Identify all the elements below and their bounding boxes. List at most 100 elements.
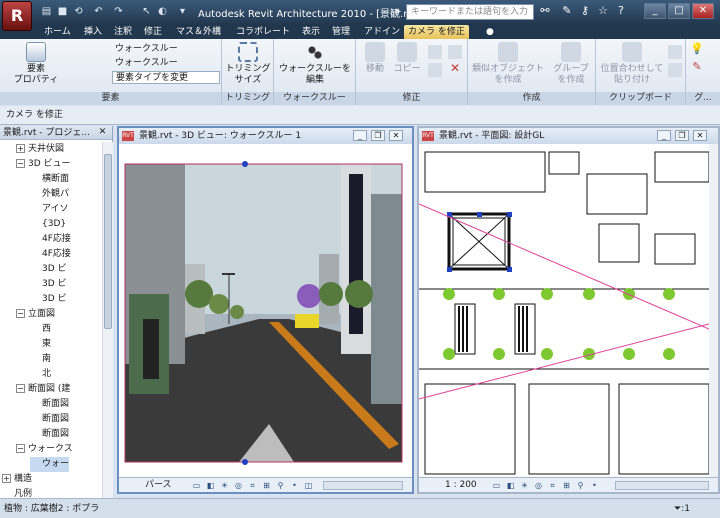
view-3d-minimize-button[interactable]: _ [353,130,367,141]
tab-collaborate[interactable]: コラボレート [232,25,294,39]
tab-addins[interactable]: アドイン [360,25,404,39]
move-button[interactable]: 移動 [360,42,390,75]
cut-icon[interactable] [668,45,682,59]
trim-size-button[interactable]: トリミング サイズ [224,42,272,86]
collapse-icon[interactable]: − [16,159,25,168]
tree-item[interactable]: 断面図 [30,397,69,412]
view-plan-restore-button[interactable]: ❐ [675,130,689,141]
reveal-hidden-icon[interactable]: • [589,480,600,491]
element-properties-button[interactable]: 要素 プロパティ [6,42,66,86]
crop-handle-top[interactable] [242,161,248,167]
tree-item[interactable]: ウォー [30,457,70,472]
open-icon[interactable]: ▤ [40,5,53,18]
detail-level-icon[interactable]: ▭ [491,480,502,491]
search-input[interactable]: キーワードまたは語句を入力 [406,4,534,20]
view-plan-scale[interactable]: 1 : 200 [445,478,477,493]
save-icon[interactable]: ■ [56,5,69,18]
tree-item[interactable]: {3D} [30,217,66,232]
binoculars-icon[interactable]: ⚯ [538,4,552,18]
visual-style-icon[interactable]: ◧ [205,480,216,491]
view-3d-close-button[interactable]: ✕ [389,130,403,141]
maximize-button[interactable]: □ [668,3,690,19]
tree-item[interactable]: 4F応接 [30,232,71,247]
view-3d-canvas[interactable] [119,144,412,477]
redo-icon[interactable]: ↷ [112,5,125,18]
copy-clip-icon[interactable] [668,63,682,77]
tree-item[interactable]: 3D ビ [30,292,67,307]
tree-item[interactable]: 外観パ [30,187,69,202]
shadows-icon[interactable]: ☀ [519,480,530,491]
aligned-paste-button[interactable]: 位置合わせして 貼り付け [598,42,666,86]
tree-item[interactable]: 凡例 [2,487,32,498]
filter-count[interactable]: ⏷:1 [674,499,690,518]
close-button[interactable]: ✕ [692,3,714,19]
tools-icon[interactable]: ✎ [560,4,574,18]
view-plan-hscroll[interactable] [615,481,709,490]
tab-insert[interactable]: 挿入 [80,25,106,39]
tree-item[interactable]: 断面図 [30,412,69,427]
delete-icon[interactable]: ✕ [448,62,462,77]
expand-icon[interactable]: + [2,474,11,483]
key-icon[interactable]: ⚷ [578,4,592,18]
tab-home[interactable]: ホーム [40,25,75,39]
paint-brush-icon[interactable]: ✎ [690,61,704,75]
rotate-icon[interactable] [428,45,442,59]
tree-item[interactable]: − 断面図 (建 [16,382,70,397]
tree-item[interactable]: アイソ [30,202,69,217]
copy-button[interactable]: コピー [392,42,422,75]
undo-icon[interactable]: ↶ [92,5,105,18]
project-browser-scrollbar[interactable] [102,142,113,498]
collapse-icon[interactable]: − [16,444,25,453]
tree-item[interactable]: 北 [30,367,51,382]
edit-walkthrough-button[interactable]: ウォークスルーを 編集 [278,42,352,86]
tree-item[interactable]: 南 [30,352,51,367]
temp-hide-icon[interactable]: ⚲ [275,480,286,491]
crop-view-icon[interactable]: ⌗ [547,480,558,491]
tab-modify[interactable]: 修正 [140,25,166,39]
temp-hide-icon[interactable]: ⚲ [575,480,586,491]
create-group-button[interactable]: グループ を作成 [548,42,594,86]
tree-item[interactable]: − ウォークス [16,442,73,457]
view-plan-canvas[interactable] [419,144,709,477]
change-element-type-select[interactable]: 要素タイプを変更 [112,71,220,84]
view-3d-restore-button[interactable]: ❐ [371,130,385,141]
sun-path-icon[interactable]: ◎ [233,480,244,491]
scrollbar-thumb[interactable] [104,154,112,329]
shadows-icon[interactable]: ☀ [219,480,230,491]
tree-item[interactable]: 東 [30,337,51,352]
collapse-icon[interactable]: − [16,384,25,393]
tree-item[interactable]: + 構造 [2,472,32,487]
view-3d-hscroll[interactable] [323,481,403,490]
sync-icon[interactable]: ⟲ [72,5,85,18]
crop-view-icon[interactable]: ⌗ [247,480,258,491]
tab-massing-site[interactable]: マス＆外構 [172,25,225,39]
pointer-icon[interactable]: ↖ [140,5,153,18]
tree-item[interactable]: 4F応接 [30,247,71,262]
view-plan-close-button[interactable]: ✕ [693,130,707,141]
tree-item[interactable]: 3D ビ [30,277,67,292]
create-similar-button[interactable]: 類似オブジェクト を作成 [470,42,546,86]
close-icon[interactable]: ✕ [97,127,108,138]
show-crop-icon[interactable]: ⊞ [561,480,572,491]
array-icon[interactable] [448,45,462,59]
tab-extra[interactable]: ● [482,25,498,39]
tree-item[interactable]: 横断面 [30,172,69,187]
help-icon[interactable]: ? [614,4,628,18]
tree-item[interactable]: 西 [30,322,51,337]
collapse-icon[interactable]: − [16,309,25,318]
tab-modify-camera[interactable]: カメラ を修正 [404,25,469,39]
tree-item[interactable]: − 立面図 [16,307,55,322]
show-crop-icon[interactable]: ⊞ [261,480,272,491]
analysis-icon[interactable]: ◫ [303,480,314,491]
view-plan-vscroll[interactable] [709,144,718,477]
detail-level-icon[interactable]: ▭ [191,480,202,491]
search-expand-icon[interactable]: ▸ [392,5,405,18]
reveal-hidden-icon[interactable]: • [289,480,300,491]
tree-item[interactable]: −3D ビュー [16,157,71,172]
tab-annotate[interactable]: 注釈 [110,25,136,39]
tree-item[interactable]: 断面図 [30,427,69,442]
favorites-star-icon[interactable]: ☆ [596,4,610,18]
expand-icon[interactable]: + [16,144,25,153]
tab-view[interactable]: 表示 [298,25,324,39]
application-menu-button[interactable]: R [2,1,32,31]
